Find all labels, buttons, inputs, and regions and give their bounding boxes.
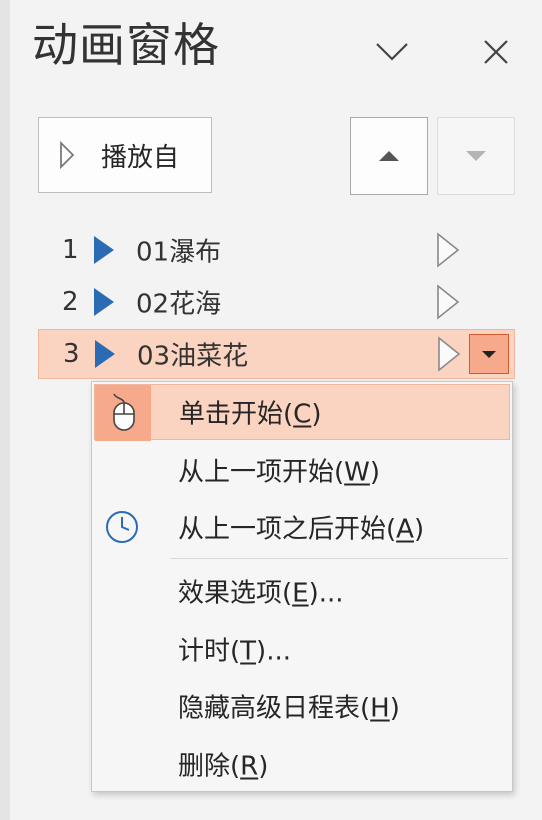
menu-item-label: 从上一项开始(W) — [178, 457, 381, 488]
animation-dropdown-button[interactable] — [469, 334, 509, 374]
animation-number: 1 — [62, 235, 79, 265]
timeline-marker-icon — [437, 232, 460, 268]
menu-icon-cell — [95, 385, 151, 441]
timeline-marker-icon — [438, 336, 461, 372]
menu-delete[interactable]: 删除(R) — [94, 736, 510, 792]
play-from-label: 播放自 — [101, 142, 180, 173]
menu-effect-options[interactable]: 效果选项(E)... — [94, 563, 510, 619]
pane-title: 动画窗格 — [32, 18, 220, 72]
menu-hide-advanced-timeline[interactable]: 隐藏高级日程表(H) — [94, 678, 510, 734]
menu-start-with-previous[interactable]: 从上一项开始(W) — [94, 442, 510, 498]
pane-options-button[interactable] — [370, 30, 414, 74]
animation-name: 03油菜花 — [137, 341, 249, 372]
menu-timing[interactable]: 计时(T)... — [94, 621, 510, 677]
animation-item-1[interactable]: 1 01瀑布 — [38, 225, 515, 275]
menu-item-label: 计时(T)... — [178, 636, 291, 667]
menu-item-label: 从上一项之后开始(A) — [178, 514, 425, 545]
close-icon — [484, 40, 508, 64]
animation-name: 01瀑布 — [136, 237, 222, 268]
pane-left-edge — [0, 0, 10, 820]
animation-item-3-selected[interactable]: 3 03油菜花 — [38, 329, 515, 379]
animation-context-menu: 单击开始(C) 从上一项开始(W) 从上一项之后开始(A) 效果选项(E)...… — [91, 381, 513, 792]
triangle-up-icon — [379, 151, 399, 161]
move-later-button[interactable] — [437, 117, 515, 195]
close-pane-button[interactable] — [474, 30, 518, 74]
caret-down-icon — [482, 350, 496, 358]
animation-item-2[interactable]: 2 02花海 — [38, 277, 515, 327]
clock-icon — [106, 511, 138, 543]
entrance-effect-icon — [94, 236, 114, 264]
animation-number: 3 — [63, 339, 80, 369]
menu-start-on-click[interactable]: 单击开始(C) — [94, 384, 510, 441]
menu-icon-cell — [94, 499, 150, 555]
menu-item-label: 隐藏高级日程表(H) — [178, 693, 400, 724]
animation-number: 2 — [62, 287, 79, 317]
move-earlier-button[interactable] — [350, 117, 428, 195]
play-from-button[interactable]: 播放自 — [38, 117, 212, 193]
chevron-down-icon — [376, 43, 408, 61]
menu-item-label: 效果选项(E)... — [178, 578, 344, 609]
timeline-marker-icon — [437, 284, 460, 320]
entrance-effect-icon — [95, 340, 115, 368]
triangle-down-icon — [466, 151, 486, 161]
mouse-click-icon — [113, 393, 135, 431]
animation-name: 02花海 — [136, 289, 222, 320]
entrance-effect-icon — [94, 288, 114, 316]
menu-separator — [170, 558, 508, 559]
menu-start-after-previous[interactable]: 从上一项之后开始(A) — [94, 499, 510, 555]
menu-item-label: 单击开始(C) — [179, 399, 322, 430]
menu-item-label: 删除(R) — [178, 751, 269, 782]
play-outline-icon — [60, 141, 75, 169]
